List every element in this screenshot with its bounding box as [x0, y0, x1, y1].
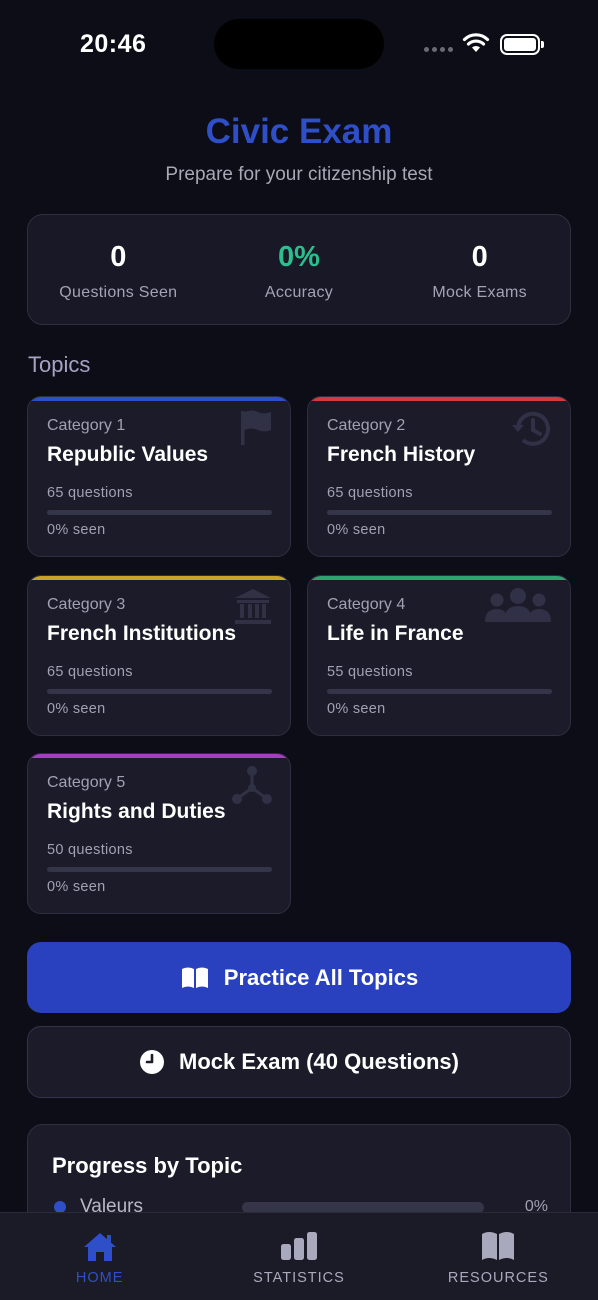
tab-resources[interactable]: RESOURCES [399, 1213, 598, 1300]
topic-accent-bar [308, 576, 570, 580]
tab-label: HOME [75, 1270, 124, 1286]
topic-seen-percent: 0% seen [47, 701, 106, 717]
topic-progress-bar [327, 689, 552, 694]
topic-name: French History [327, 443, 476, 466]
topic-category: Category 1 [47, 417, 126, 434]
stat-label: Accuracy [264, 284, 334, 301]
topic-category: Category 3 [47, 596, 126, 613]
network-icon [232, 766, 272, 804]
topic-question-count: 55 questions [327, 664, 413, 680]
topics-heading: Topics [28, 352, 91, 377]
mock-exam-label: Mock Exam (40 Questions) [179, 1049, 459, 1074]
topic-name: Life in France [327, 622, 464, 645]
topic-progress-bar [327, 510, 552, 515]
topic-card-french-history[interactable]: Category 2 French History 65 questions 0… [307, 396, 571, 557]
app-subtitle: Prepare for your citizenship test [165, 164, 433, 185]
app-title: Civic Exam [205, 112, 393, 151]
stat-value: 0 [471, 241, 488, 273]
clock-icon [140, 1050, 164, 1074]
bar-chart-icon [280, 1232, 317, 1260]
topic-progress-bar [47, 867, 272, 872]
stats-card: 0 Questions Seen 0% Accuracy 0 Mock Exam… [27, 214, 571, 325]
topic-card-life-in-france[interactable]: Category 4 Life in France 55 questions 0… [307, 575, 571, 736]
topic-accent-bar [28, 397, 290, 401]
practice-all-label: Practice All Topics [223, 964, 419, 990]
topic-card-french-institutions[interactable]: Category 3 French Institutions 65 questi… [27, 575, 291, 736]
topic-card-republic-values[interactable]: Category 1 Republic Values 65 questions … [27, 396, 291, 557]
topic-seen-percent: 0% seen [327, 522, 386, 538]
mock-exam-button[interactable]: Mock Exam (40 Questions) [27, 1026, 571, 1098]
topic-progress-bar [47, 510, 272, 515]
topic-question-count: 50 questions [47, 842, 133, 858]
stat-questions-seen: 0 Questions Seen [28, 215, 209, 324]
tab-label: RESOURCES [447, 1270, 549, 1286]
stat-value: 0% [278, 241, 320, 273]
topic-seen-percent: 0% seen [47, 879, 106, 895]
people-icon [485, 588, 551, 622]
topic-progress-bar [47, 689, 272, 694]
stat-label: Mock Exams [432, 284, 527, 301]
topic-accent-bar [308, 397, 570, 401]
stat-accuracy: 0% Accuracy [209, 215, 390, 324]
topic-category: Category 5 [47, 774, 126, 791]
topic-category: Category 4 [327, 596, 406, 613]
topic-question-count: 65 questions [327, 485, 413, 501]
topic-question-count: 65 questions [47, 485, 133, 501]
practice-all-topics-button[interactable]: Practice All Topics [27, 942, 571, 1013]
tab-home[interactable]: HOME [0, 1213, 199, 1300]
history-icon [512, 411, 550, 446]
flag-icon [241, 410, 271, 445]
status-bar: 20:46 [0, 0, 598, 90]
topic-name: Rights and Duties [47, 800, 226, 823]
cellular-signal-icon [424, 47, 453, 52]
topic-seen-percent: 0% seen [47, 522, 106, 538]
tab-bar: HOME STATISTICS RESOURCES [0, 1212, 598, 1300]
topic-accent-bar [28, 576, 290, 580]
wifi-icon [462, 33, 490, 52]
stat-value: 0 [110, 241, 127, 273]
topic-card-rights-and-duties[interactable]: Category 5 Rights and Duties 50 question… [27, 753, 291, 914]
home-icon [83, 1233, 116, 1261]
book-open-icon [181, 967, 208, 988]
battery-icon [500, 34, 544, 55]
topic-accent-bar [28, 754, 290, 758]
stat-label: Questions Seen [59, 284, 178, 301]
institution-icon [235, 589, 271, 624]
book-icon [482, 1232, 515, 1260]
tab-label: STATISTICS [253, 1270, 345, 1286]
status-time: 20:46 [80, 30, 147, 58]
dynamic-island [214, 19, 384, 69]
tab-statistics[interactable]: STATISTICS [199, 1213, 398, 1300]
topic-seen-percent: 0% seen [327, 701, 386, 717]
progress-title: Progress by Topic [52, 1153, 243, 1178]
topic-question-count: 65 questions [47, 664, 133, 680]
topic-name: Republic Values [47, 443, 209, 466]
topic-category: Category 2 [327, 417, 406, 434]
stat-mock-exams: 0 Mock Exams [389, 215, 570, 324]
topic-name: French Institutions [47, 622, 236, 645]
